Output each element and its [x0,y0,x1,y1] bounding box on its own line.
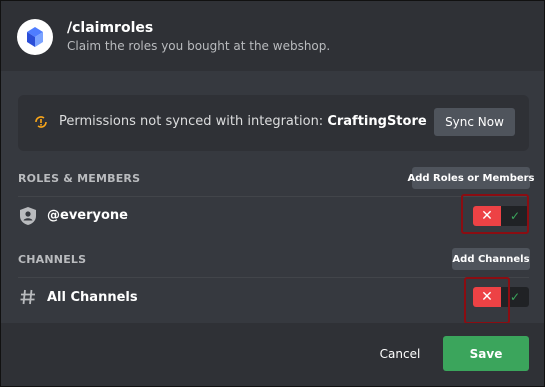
save-button[interactable]: Save [443,336,529,371]
dialog-footer: Cancel Save [1,323,544,386]
crafting-store-logo-icon [17,19,53,55]
role-everyone-label: @everyone [47,208,128,223]
add-channels-button[interactable]: Add Channels [452,248,530,270]
command-title: /claimroles [67,20,154,36]
permissions-dialog: /claimroles Claim the roles you bought a… [0,0,545,387]
sync-warning-icon [35,116,47,128]
command-description: Claim the roles you bought at the websho… [67,39,331,53]
sync-notice: Permissions not synced with integration:… [18,95,529,151]
check-icon: ✓ [509,290,521,304]
add-roles-button[interactable]: Add Roles or Members [408,167,535,189]
sync-now-button[interactable]: Sync Now [434,108,515,136]
cancel-button[interactable]: Cancel [369,343,431,365]
hash-icon [20,289,35,305]
divider [18,196,529,197]
highlight-box [464,277,510,324]
integration-name: CraftingStore [327,114,427,129]
channels-section-label: CHANNELS [18,253,87,266]
command-header: /claimroles Claim the roles you bought a… [1,1,544,71]
shield-user-icon [20,207,36,225]
sync-notice-text: Permissions not synced with integration:… [59,114,427,129]
highlight-box [461,194,529,234]
roles-section-label: ROLES & MEMBERS [18,172,141,185]
channel-all-label: All Channels [47,290,138,305]
divider [18,277,529,278]
